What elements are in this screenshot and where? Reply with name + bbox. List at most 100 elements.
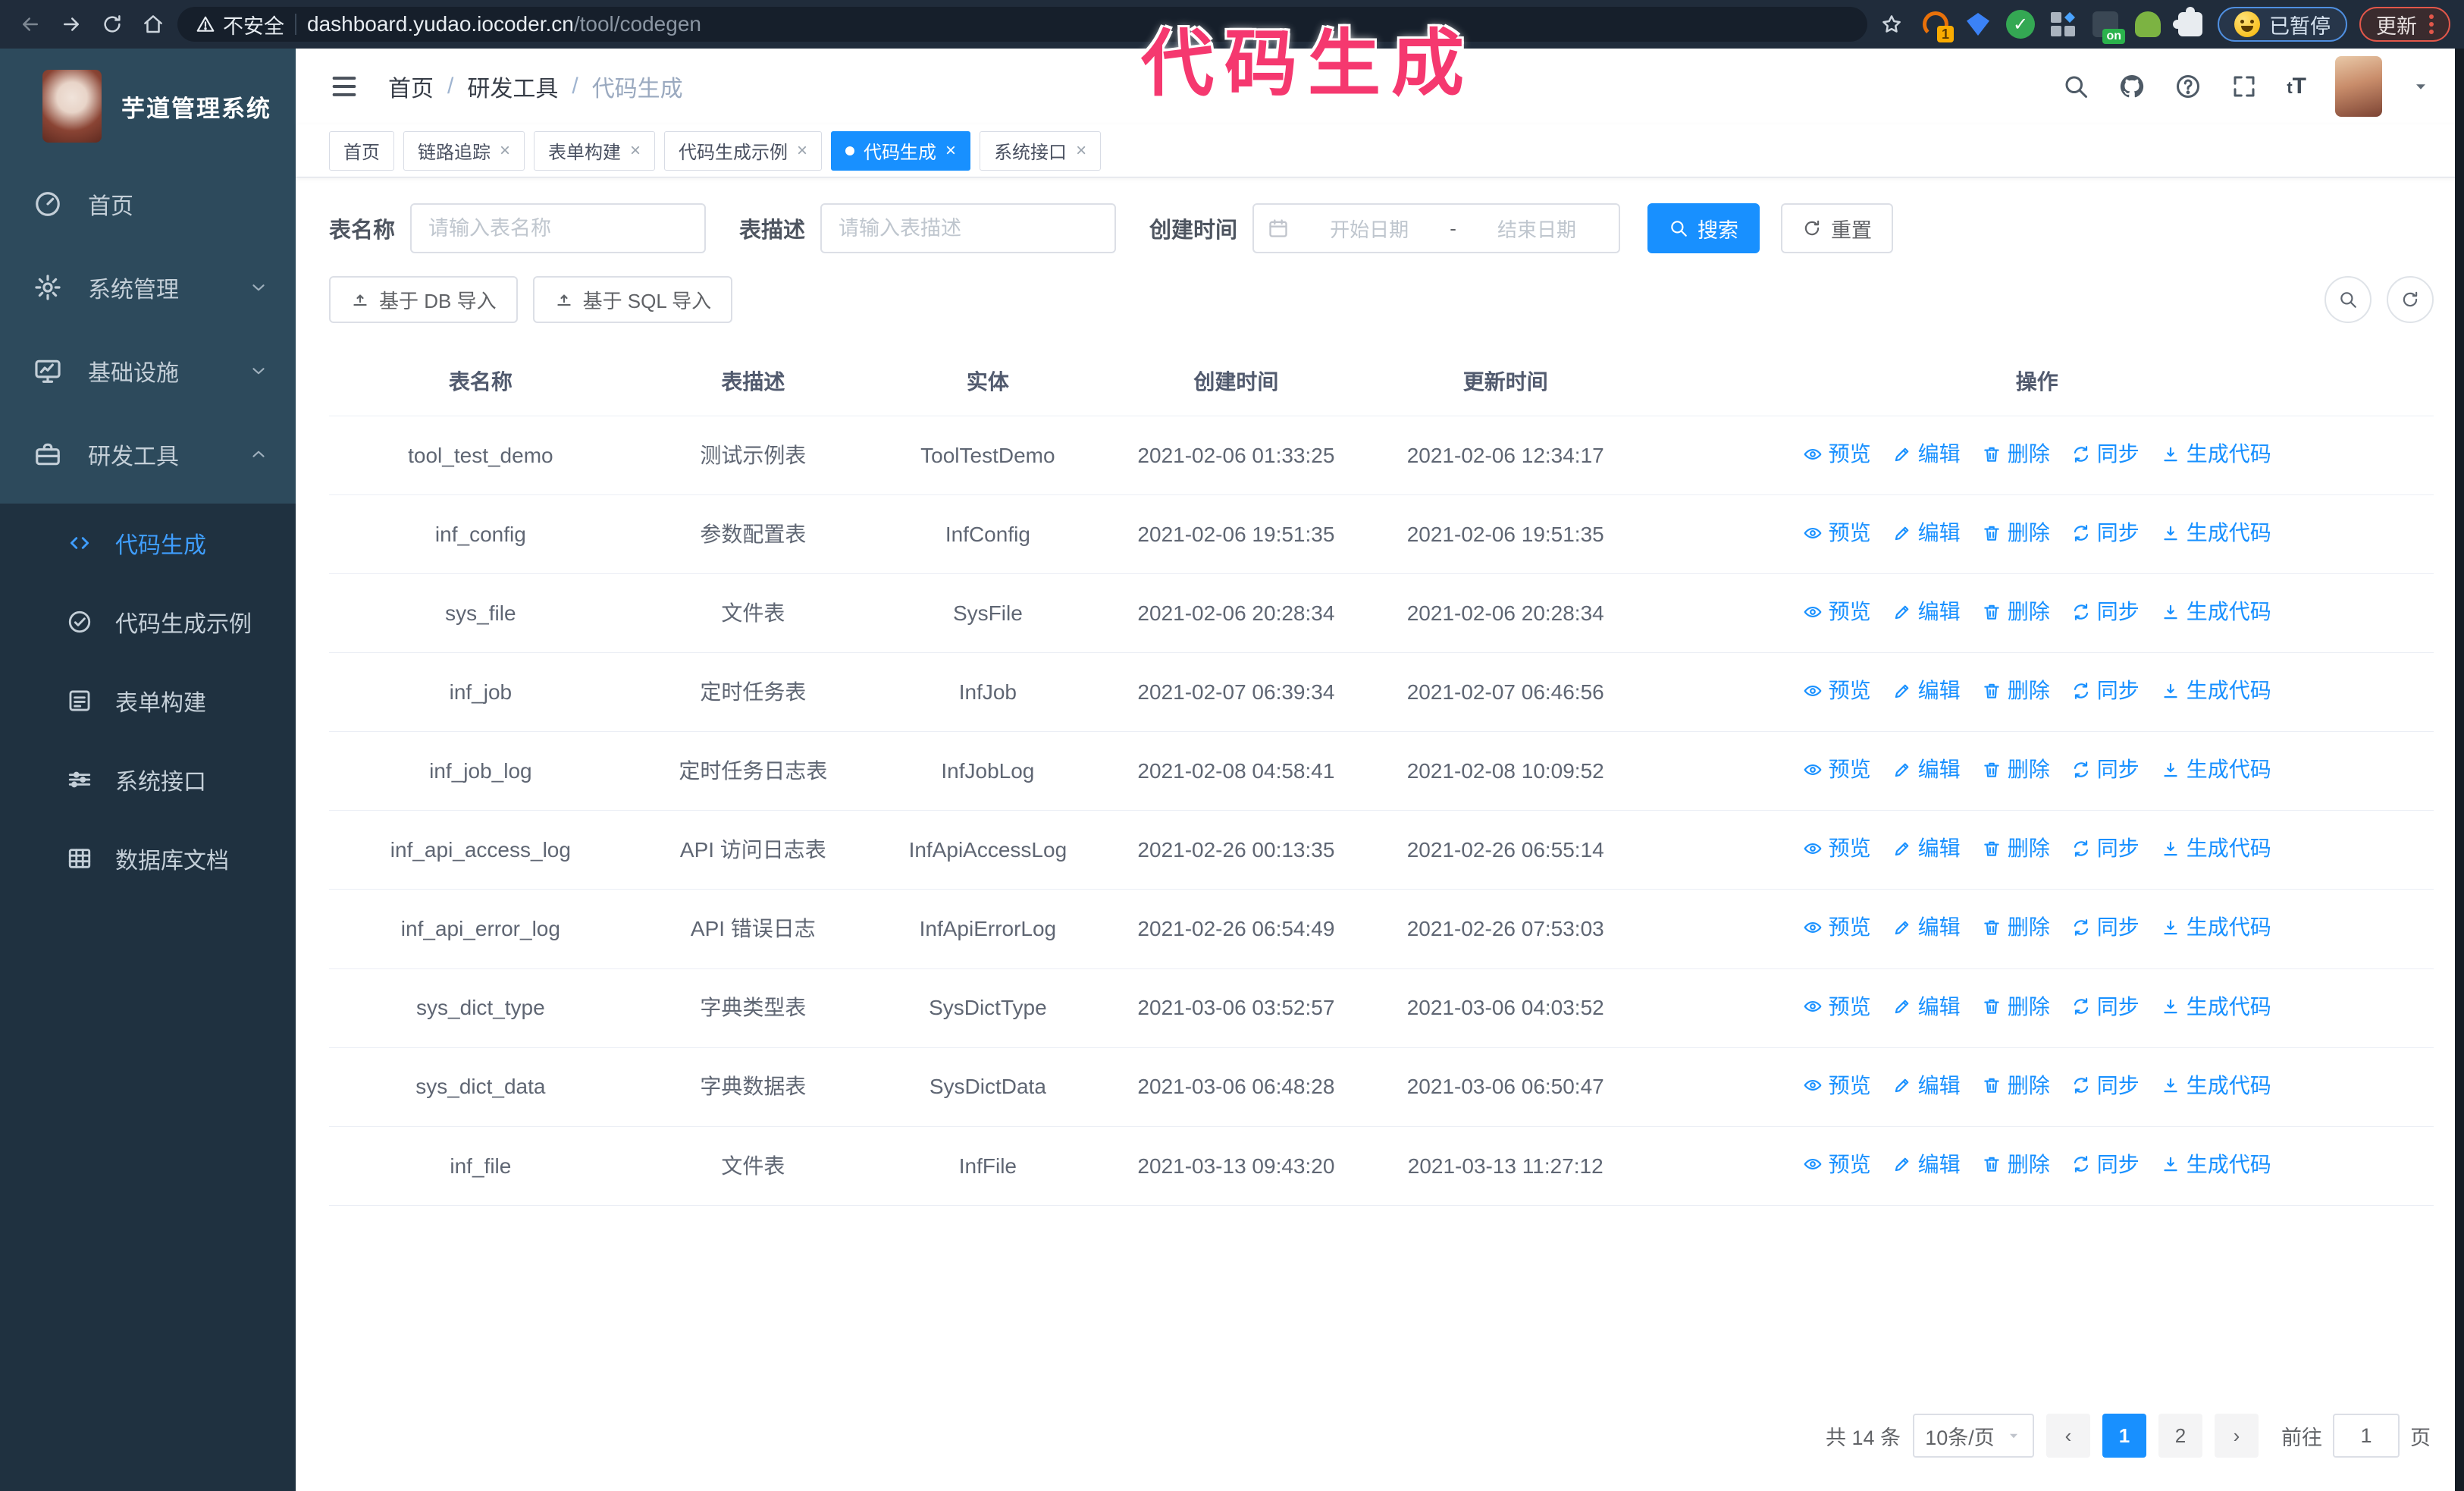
action-preview-link[interactable]: 预览 <box>1803 832 1871 865</box>
help-icon[interactable] <box>2174 73 2202 100</box>
action-delete-link[interactable]: 删除 <box>1982 438 2050 470</box>
goto-page-input[interactable]: 1 <box>2333 1414 2400 1458</box>
action-delete-link[interactable]: 删除 <box>1982 674 2050 707</box>
action-delete-link[interactable]: 删除 <box>1982 753 2050 786</box>
action-edit-link[interactable]: 编辑 <box>1892 674 1961 707</box>
action-sync-link[interactable]: 同步 <box>2071 595 2140 628</box>
action-preview-link[interactable]: 预览 <box>1803 1148 1871 1181</box>
import-sql-button[interactable]: 基于 SQL 导入 <box>532 276 733 323</box>
action-sync-link[interactable]: 同步 <box>2071 911 2140 943</box>
reset-button[interactable]: 重置 <box>1781 203 1894 253</box>
action-sync-link[interactable]: 同步 <box>2071 516 2140 549</box>
action-delete-link[interactable]: 删除 <box>1982 1069 2050 1102</box>
action-preview-link[interactable]: 预览 <box>1803 516 1871 549</box>
extensions-puzzle-icon[interactable] <box>2173 7 2205 39</box>
refresh-table-button[interactable] <box>2387 276 2434 323</box>
action-generate-link[interactable]: 生成代码 <box>2161 832 2271 865</box>
search-button[interactable]: 搜索 <box>1647 203 1760 253</box>
action-delete-link[interactable]: 删除 <box>1982 990 2050 1023</box>
action-generate-link[interactable]: 生成代码 <box>2161 595 2271 628</box>
font-size-icon[interactable]: tT <box>2287 74 2306 99</box>
extension-grid-icon[interactable] <box>2048 9 2078 39</box>
action-preview-link[interactable]: 预览 <box>1803 595 1871 628</box>
table-name-input[interactable] <box>410 203 707 253</box>
action-edit-link[interactable]: 编辑 <box>1892 832 1961 865</box>
next-page-button[interactable]: › <box>2215 1414 2259 1458</box>
bookmark-star-icon[interactable] <box>1875 8 1908 41</box>
action-preview-link[interactable]: 预览 <box>1803 911 1871 943</box>
action-edit-link[interactable]: 编辑 <box>1892 1069 1961 1102</box>
action-edit-link[interactable]: 编辑 <box>1892 990 1961 1023</box>
action-generate-link[interactable]: 生成代码 <box>2161 516 2271 549</box>
action-delete-link[interactable]: 删除 <box>1982 1148 2050 1181</box>
close-icon[interactable]: × <box>630 141 641 160</box>
tab-3[interactable]: 代码生成示例 × <box>664 130 823 171</box>
action-edit-link[interactable]: 编辑 <box>1892 911 1961 943</box>
tab-1[interactable]: 链路追踪 × <box>403 130 525 171</box>
import-db-button[interactable]: 基于 DB 导入 <box>329 276 518 323</box>
toggle-search-button[interactable] <box>2324 276 2372 323</box>
action-preview-link[interactable]: 预览 <box>1803 438 1871 470</box>
sidebar-subitem-2[interactable]: 表单构建 <box>0 661 296 740</box>
tab-4[interactable]: 代码生成 × <box>831 130 971 171</box>
action-sync-link[interactable]: 同步 <box>2071 753 2140 786</box>
github-icon[interactable] <box>2118 73 2146 100</box>
address-bar[interactable]: 不安全 dashboard.yudao.iocoder.cn/tool/code… <box>177 7 1867 42</box>
tab-2[interactable]: 表单构建 × <box>534 130 656 171</box>
browser-back-icon[interactable] <box>14 8 47 41</box>
browser-reload-icon[interactable] <box>96 8 129 41</box>
date-range-picker[interactable]: 开始日期 - 结束日期 <box>1252 203 1621 253</box>
action-sync-link[interactable]: 同步 <box>2071 1148 2140 1181</box>
extension-orange-icon[interactable]: 1 <box>1920 9 1954 42</box>
fullscreen-icon[interactable] <box>2230 73 2258 100</box>
breadcrumb-item-1[interactable]: 研发工具 <box>467 70 558 103</box>
sidebar-item-2[interactable]: 基础设施 <box>0 329 296 413</box>
page-button-2[interactable]: 2 <box>2158 1414 2202 1458</box>
action-generate-link[interactable]: 生成代码 <box>2161 674 2271 707</box>
paused-badge[interactable]: 已暂停 <box>2218 7 2347 42</box>
prev-page-button[interactable]: ‹ <box>2046 1414 2090 1458</box>
action-generate-link[interactable]: 生成代码 <box>2161 1148 2271 1181</box>
extension-dark-icon[interactable]: on <box>2090 9 2125 44</box>
action-delete-link[interactable]: 删除 <box>1982 911 2050 943</box>
action-delete-link[interactable]: 删除 <box>1982 516 2050 549</box>
action-sync-link[interactable]: 同步 <box>2071 438 2140 470</box>
action-edit-link[interactable]: 编辑 <box>1892 438 1961 470</box>
sidebar-item-3[interactable]: 研发工具 <box>0 413 296 496</box>
sidebar-subitem-1[interactable]: 代码生成示例 <box>0 582 296 661</box>
action-preview-link[interactable]: 预览 <box>1803 1069 1871 1102</box>
action-sync-link[interactable]: 同步 <box>2071 674 2140 707</box>
extension-gem-icon[interactable] <box>1963 9 1993 39</box>
search-icon[interactable] <box>2062 73 2089 100</box>
action-edit-link[interactable]: 编辑 <box>1892 1148 1961 1181</box>
update-button[interactable]: 更新 <box>2359 7 2450 42</box>
action-generate-link[interactable]: 生成代码 <box>2161 1069 2271 1102</box>
sidebar-subitem-3[interactable]: 系统接口 <box>0 740 296 819</box>
sidebar-subitem-0[interactable]: 代码生成 <box>0 504 296 582</box>
action-preview-link[interactable]: 预览 <box>1803 990 1871 1023</box>
action-generate-link[interactable]: 生成代码 <box>2161 438 2271 470</box>
close-icon[interactable]: × <box>945 141 956 160</box>
action-edit-link[interactable]: 编辑 <box>1892 516 1961 549</box>
user-menu-caret-icon[interactable] <box>2411 77 2431 96</box>
action-delete-link[interactable]: 删除 <box>1982 832 2050 865</box>
browser-scrollbar[interactable] <box>2455 49 2464 1491</box>
page-button-1[interactable]: 1 <box>2102 1414 2146 1458</box>
action-sync-link[interactable]: 同步 <box>2071 1069 2140 1102</box>
sidebar-item-0[interactable]: 首页 <box>0 162 296 246</box>
action-generate-link[interactable]: 生成代码 <box>2161 911 2271 943</box>
action-generate-link[interactable]: 生成代码 <box>2161 753 2271 786</box>
breadcrumb-item-0[interactable]: 首页 <box>388 70 434 103</box>
table-desc-input[interactable] <box>820 203 1117 253</box>
action-edit-link[interactable]: 编辑 <box>1892 753 1961 786</box>
extension-robot-icon[interactable] <box>2133 9 2163 39</box>
action-sync-link[interactable]: 同步 <box>2071 990 2140 1023</box>
action-preview-link[interactable]: 预览 <box>1803 674 1871 707</box>
action-sync-link[interactable]: 同步 <box>2071 832 2140 865</box>
collapse-sidebar-icon[interactable] <box>329 71 359 102</box>
tab-0[interactable]: 首页 <box>329 130 394 171</box>
browser-forward-icon[interactable] <box>55 8 88 41</box>
close-icon[interactable]: × <box>500 141 510 160</box>
close-icon[interactable]: × <box>797 141 807 160</box>
sidebar-subitem-4[interactable]: 数据库文档 <box>0 819 296 898</box>
